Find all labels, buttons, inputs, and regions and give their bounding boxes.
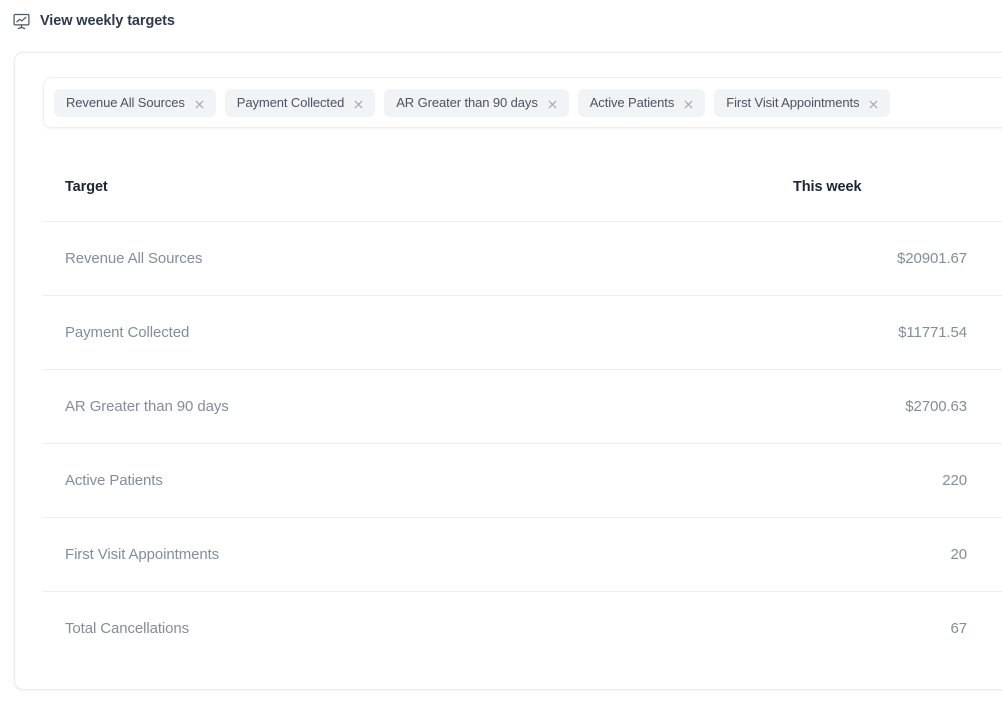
chip-active-patients[interactable]: Active Patients <box>577 88 706 117</box>
page-title: View weekly targets <box>40 13 175 29</box>
chip-label: Active Patients <box>589 95 675 110</box>
cell-this-week: $2700.63 <box>905 397 967 415</box>
table-row[interactable]: Total Cancellations 67 <box>43 591 1002 665</box>
table-row[interactable]: Payment Collected $11771.54 <box>43 295 1002 369</box>
column-header-target: Target <box>65 179 108 195</box>
chip-label: First Visit Appointments <box>726 95 860 110</box>
chip-ar-greater-than-90-days[interactable]: AR Greater than 90 days <box>384 88 569 117</box>
cell-this-week: $20901.67 <box>896 249 967 267</box>
chip-label: Revenue All Sources <box>66 95 185 110</box>
column-header-this-week: This week <box>793 179 862 195</box>
table-row[interactable]: AR Greater than 90 days $2700.63 <box>43 369 1002 443</box>
close-icon[interactable] <box>868 97 879 109</box>
weekly-targets-screen: View weekly targets Revenue All Sources … <box>0 0 1002 705</box>
cell-this-week: 20 <box>950 545 968 563</box>
table-row[interactable]: First Visit Appointments 20 <box>43 517 1002 591</box>
weekly-targets-table: Target This week Revenue All Sources $20… <box>43 153 1002 665</box>
cell-this-week: $11771.54 <box>898 323 967 341</box>
cell-target: Payment Collected <box>65 323 190 341</box>
table-row[interactable]: Active Patients 220 <box>43 443 1002 517</box>
close-icon[interactable] <box>547 97 558 109</box>
cell-target: Total Cancellations <box>65 619 190 637</box>
cell-target: First Visit Appointments <box>65 545 220 563</box>
chip-payment-collected[interactable]: Payment Collected <box>224 88 376 117</box>
table-row[interactable]: Revenue All Sources $20901.67 <box>43 221 1002 295</box>
cell-this-week: 220 <box>942 471 967 489</box>
chip-first-visit-appointments[interactable]: First Visit Appointments <box>714 88 891 117</box>
view-weekly-targets-link[interactable]: View weekly targets <box>12 9 175 33</box>
table-header-row: Target This week <box>43 153 1002 221</box>
cell-target: Revenue All Sources <box>65 249 203 267</box>
close-icon[interactable] <box>194 97 205 109</box>
targets-multiselect[interactable]: Revenue All Sources Payment Collected AR… <box>43 77 1002 128</box>
close-icon[interactable] <box>353 97 364 109</box>
cell-this-week: 67 <box>950 619 968 637</box>
cell-target: Active Patients <box>65 471 163 489</box>
chip-label: AR Greater than 90 days <box>396 95 538 110</box>
cell-target: AR Greater than 90 days <box>65 397 229 415</box>
chip-revenue-all-sources[interactable]: Revenue All Sources <box>54 88 216 117</box>
close-icon[interactable] <box>683 97 694 109</box>
presentation-chart-icon <box>12 12 31 31</box>
chip-label: Payment Collected <box>236 95 345 110</box>
selected-targets-chip-row: Revenue All Sources Payment Collected AR… <box>54 88 891 117</box>
weekly-targets-card: Revenue All Sources Payment Collected AR… <box>14 52 1002 690</box>
